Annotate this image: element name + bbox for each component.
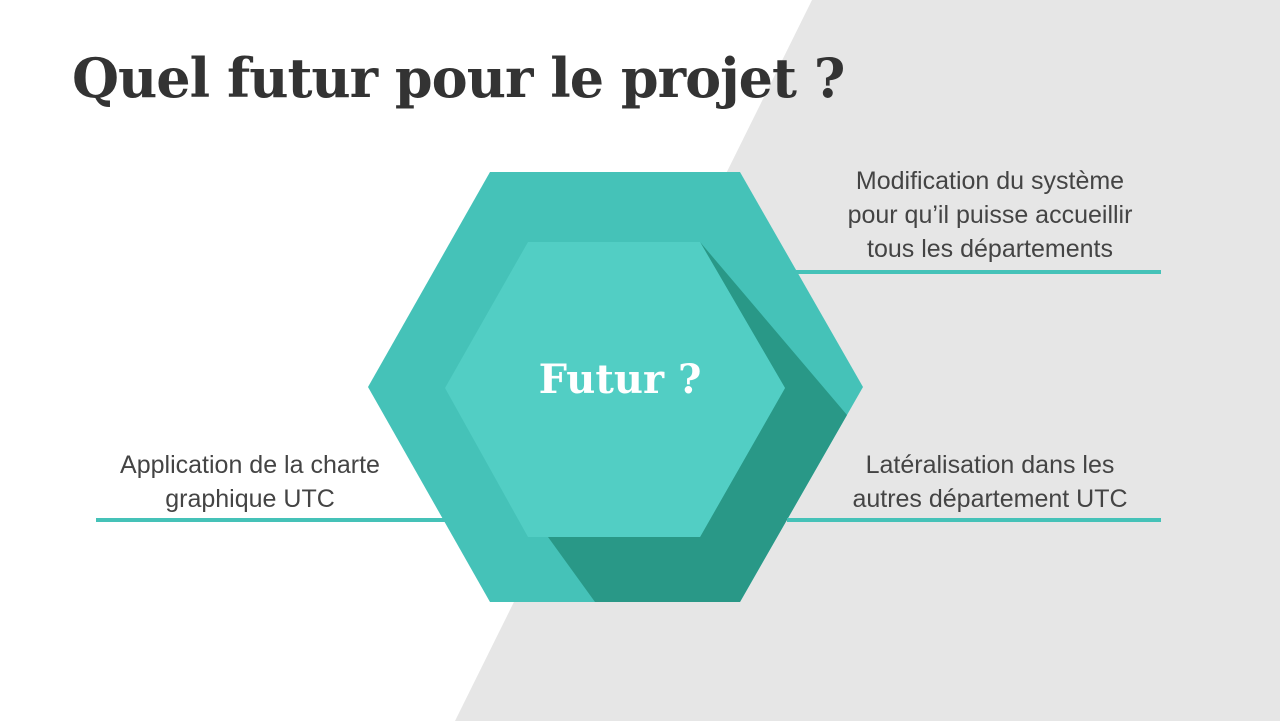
note-left: Application de la charte graphique UTC [90,448,410,516]
note-top-right-line-1: Modification du système [855,167,1125,195]
note-top-right-line-3: tous les départements [867,235,1113,263]
note-bottom-right-line-1: Latéralisation dans les [865,451,1115,479]
left-rule [96,518,448,522]
note-left-line-2: graphique UTC [165,485,335,513]
note-bottom-right-line-2: autres département UTC [852,485,1128,513]
center-label: Futur ? [538,356,702,403]
note-top-right-line-2: pour qu’il puisse accueillir [847,201,1133,229]
note-left-line-1: Application de la charte [120,451,380,479]
note-bottom-right: Latéralisation dans les autres départeme… [800,448,1180,516]
top-right-rule [795,270,1161,274]
bottom-right-rule [787,518,1161,522]
note-top-right: Modification du système pour qu’il puiss… [800,164,1180,266]
